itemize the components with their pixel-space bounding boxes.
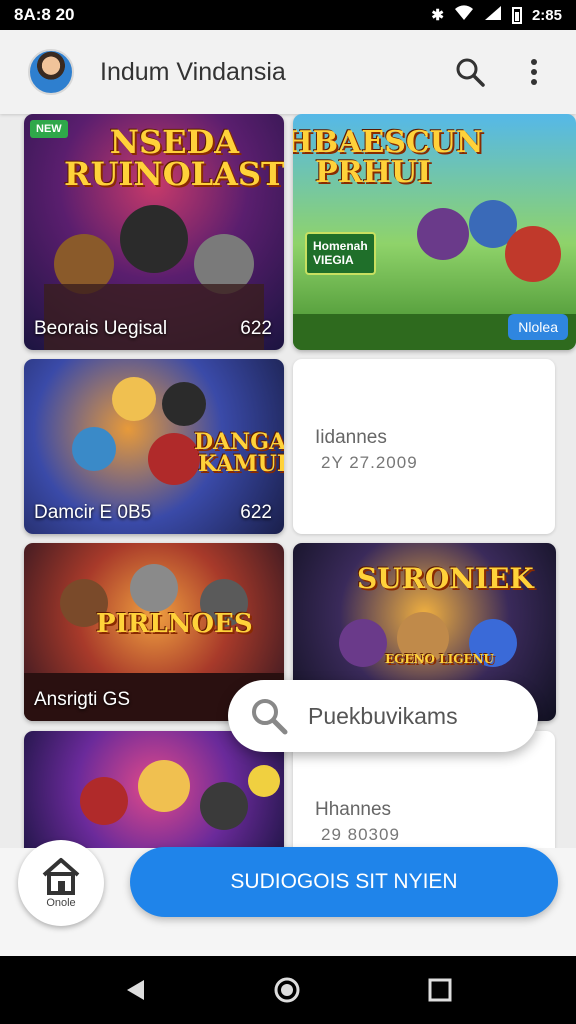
home-button[interactable]: Onole xyxy=(18,840,104,926)
game-tile[interactable]: DANGALKAMUH Damcir E 0B5 622 xyxy=(24,359,284,534)
back-icon[interactable] xyxy=(124,978,146,1002)
game-logo: DANGALKAMUH xyxy=(194,429,284,477)
more-vert-icon xyxy=(531,59,537,85)
battery-icon xyxy=(511,6,522,24)
search-icon xyxy=(456,58,485,87)
app-bar: Indum Vindansia xyxy=(0,30,576,114)
game-number: 622 xyxy=(240,502,272,523)
promo-badge: Homenah VIEGIA xyxy=(305,232,376,275)
search-chip-label: Puekbuvikams xyxy=(308,702,458,729)
game-logo: YHBAESCUNPRHUI xyxy=(293,125,484,190)
bluetooth-icon: ✱ xyxy=(431,7,444,24)
wifi-icon xyxy=(454,5,474,25)
game-logo: SURONIEK xyxy=(357,562,534,595)
info-title: Iidannes xyxy=(315,427,387,448)
game-logo: NSEDA RUINOLAST xyxy=(64,123,284,193)
search-chip[interactable]: Puekbuvikams xyxy=(228,680,538,752)
home-icon xyxy=(42,858,80,895)
avatar[interactable] xyxy=(28,49,74,95)
status-icons: ✱ 2:85 xyxy=(431,5,562,25)
game-tile[interactable]: NEW NSEDA RUINOLAST Beorais Uegisal 622 xyxy=(24,114,284,350)
game-tile[interactable]: YHBAESCUNPRHUI HomenahVIEGIA Nlolea xyxy=(293,114,576,350)
search-icon xyxy=(252,699,288,735)
game-title: Beorais Uegisal xyxy=(34,318,168,339)
status-bar: 8A:8 20 ✱ 2:85 xyxy=(0,0,576,30)
signal-icon xyxy=(484,5,502,25)
status-time: 8A:8 20 xyxy=(14,5,75,24)
game-title: Damcir E 0B5 xyxy=(34,502,152,523)
system-nav-bar xyxy=(0,956,576,1024)
search-button[interactable] xyxy=(450,52,490,92)
info-title: Hhannes xyxy=(315,799,392,820)
game-title: Ansrigti GS xyxy=(34,689,131,710)
play-button[interactable]: Nlolea xyxy=(508,314,568,340)
home-circle-icon[interactable] xyxy=(273,976,301,1004)
home-label: Onole xyxy=(46,897,76,909)
info-subtitle: 2Y 27.2009 xyxy=(321,453,418,472)
game-sublogo: EGENO LIGENU xyxy=(385,652,495,666)
more-options-button[interactable] xyxy=(514,52,554,92)
recents-icon[interactable] xyxy=(428,978,452,1002)
page-title: Indum Vindansia xyxy=(100,57,286,86)
game-info-card[interactable]: Iidannes 2Y 27.2009 xyxy=(293,359,555,534)
game-number: 622 xyxy=(240,318,272,339)
game-artwork xyxy=(24,731,284,848)
status-clock: 2:85 xyxy=(531,6,562,24)
info-subtitle: 29 80309 xyxy=(321,825,400,844)
game-tile[interactable] xyxy=(24,731,284,848)
primary-action-button[interactable]: SUDIOGOIS SIT NYIEN xyxy=(130,847,558,917)
tag-badge: NEW xyxy=(30,120,68,138)
game-logo: PIRLNOES xyxy=(96,609,253,639)
